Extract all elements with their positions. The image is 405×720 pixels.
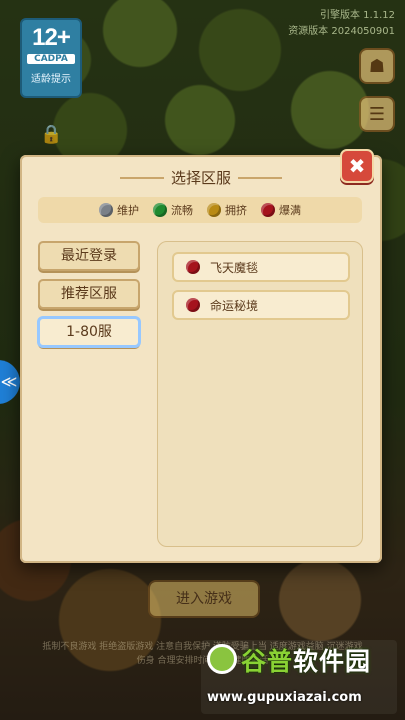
close-button[interactable]: ✖ — [340, 149, 374, 183]
status-dot-icon — [99, 203, 113, 217]
watermark-url: www.gupuxiazai.com — [207, 690, 362, 705]
tab-recent-login[interactable]: 最近登录 — [38, 241, 140, 271]
watermark-title: 谷普软件园 — [241, 642, 371, 678]
site-watermark: 谷普软件园 www.gupuxiazai.com — [201, 640, 397, 714]
lock-icon: 🔒 — [40, 124, 63, 145]
legend-label: 流畅 — [171, 204, 193, 217]
status-dot-icon — [207, 203, 221, 217]
server-select-dialog: 选择区服 ✖ 维护 流畅 拥挤 爆满 最近登录 推荐区服 1-80服 飞天魔毯 … — [20, 149, 382, 563]
notice-board-icon[interactable]: ☰ — [359, 96, 395, 132]
age-tip-label: 适龄提示 — [31, 74, 71, 85]
watermark-logo-icon — [207, 644, 237, 674]
resource-version: 资源版本 2024050901 — [288, 26, 395, 37]
dialog-title: 选择区服 — [170, 169, 231, 187]
legend-label: 维护 — [117, 204, 139, 217]
tab-servers-1-80[interactable]: 1-80服 — [38, 317, 140, 347]
server-status-dot-icon — [186, 260, 200, 274]
status-dot-icon — [261, 203, 275, 217]
engine-version: 引擎版本 1.1.12 — [320, 10, 395, 21]
legend-full: 爆满 — [261, 202, 301, 218]
watermark-title-a: 谷普 — [241, 647, 294, 676]
server-status-dot-icon — [186, 298, 200, 312]
legend-label: 拥挤 — [225, 204, 247, 217]
legend-smooth: 流畅 — [153, 202, 193, 218]
legend-busy: 拥挤 — [207, 202, 247, 218]
server-name: 命运秘境 — [210, 298, 259, 313]
server-item[interactable]: 飞天魔毯 — [172, 252, 350, 282]
age-rating-badge[interactable]: 12+ CADPA 适龄提示 — [20, 18, 82, 98]
status-legend: 维护 流畅 拥挤 爆满 — [38, 197, 362, 223]
user-center-icon[interactable]: ☗ — [359, 48, 395, 84]
enter-game-button[interactable]: 进入游戏 — [148, 580, 260, 618]
age-rating: 12+ — [32, 24, 71, 51]
legend-label: 爆满 — [279, 204, 301, 217]
watermark-title-b: 软件园 — [293, 647, 372, 676]
status-dot-icon — [153, 203, 167, 217]
server-list-panel[interactable]: 飞天魔毯 命运秘境 — [157, 241, 363, 547]
server-name: 飞天魔毯 — [210, 260, 259, 275]
version-info: 引擎版本 1.1.12 资源版本 2024050901 — [288, 8, 395, 40]
tab-recommended[interactable]: 推荐区服 — [38, 279, 140, 309]
server-item[interactable]: 命运秘境 — [172, 290, 350, 320]
legend-maintenance: 维护 — [99, 202, 139, 218]
age-org: CADPA — [27, 54, 75, 64]
